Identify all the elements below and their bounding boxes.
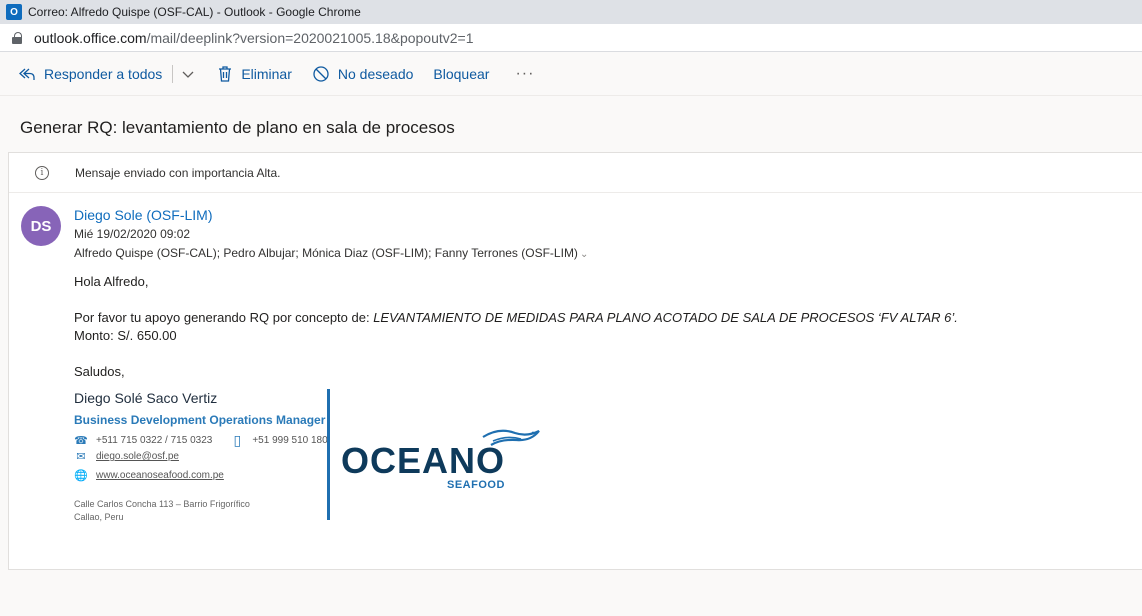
trash-icon — [219, 65, 232, 82]
phone-icon: ☎ — [74, 435, 88, 447]
block-button[interactable]: Bloquear — [433, 66, 489, 82]
reply-all-label: Responder a todos — [44, 65, 163, 82]
command-divider — [172, 64, 174, 83]
signature-mobile: +51 999 510 180 — [252, 435, 328, 446]
request-item: LEVANTAMIENTO DE MEDIDAS PARA PLANO ACOT… — [373, 310, 958, 325]
recipients-list: Alfredo Quispe (OSF-CAL); Pedro Albujar;… — [74, 246, 578, 260]
message-subject: Generar RQ: levantamiento de plano en sa… — [20, 118, 455, 137]
oceano-seafood-logo: OCEANO SEAFOOD — [341, 425, 541, 495]
message-date: Mié 19/02/2020 09:02 — [74, 227, 191, 241]
signature-name: Diego Solé Saco Vertiz — [74, 390, 218, 406]
block-circle-icon — [313, 65, 329, 82]
signature-email-line: ✉ diego.sole@osf.pe — [74, 450, 179, 463]
logo-subtitle: SEAFOOD — [447, 479, 505, 491]
outlook-app-icon: O — [6, 4, 22, 20]
sender-avatar[interactable]: DS — [21, 206, 61, 246]
lock-icon[interactable] — [12, 31, 22, 44]
envelope-icon: ✉ — [76, 451, 86, 463]
block-label: Bloquear — [433, 65, 490, 82]
request-text: Por favor tu apoyo generando RQ por conc… — [74, 310, 374, 325]
reply-all-icon — [19, 68, 35, 80]
sender-name[interactable]: Diego Sole (OSF-LIM) — [74, 207, 212, 223]
mobile-phone-icon: ▯ — [233, 432, 242, 448]
message-card: i Mensaje enviado con importancia Alta. … — [8, 152, 1142, 570]
message-body: Hola Alfredo, Por favor tu apoyo generan… — [74, 273, 958, 381]
greeting: Hola Alfredo, — [74, 274, 149, 289]
url-path: /mail/deeplink?version=2020021005.18&pop… — [146, 29, 474, 46]
signature-phones: ☎ +511 715 0322 / 715 0323 ▯ +51 999 510… — [74, 432, 328, 449]
recipients-line[interactable]: Alfredo Quispe (OSF-CAL); Pedro Albujar;… — [74, 246, 588, 260]
amount: Monto: S/. 650.00 — [74, 328, 177, 343]
signature-email-link[interactable]: diego.sole@osf.pe — [96, 451, 179, 462]
signature-title: Business Development Operations Manager — [74, 413, 326, 427]
delete-button[interactable]: Eliminar — [217, 65, 292, 83]
command-bar: Responder a todos Eliminar No deseado Bl… — [0, 52, 1142, 96]
url-host: outlook.office.com — [34, 29, 147, 46]
signature-website-link[interactable]: www.oceanoseafood.com.pe — [96, 470, 224, 481]
junk-button[interactable]: No deseado — [312, 65, 414, 83]
signature-phone-numbers: +511 715 0322 / 715 0323 — [96, 435, 213, 446]
logo-wordmark: OCEANO — [341, 440, 506, 481]
chevron-down-icon[interactable]: ⌄ — [580, 249, 588, 260]
chevron-down-icon — [182, 71, 194, 78]
importance-note: Mensaje enviado con importancia Alta. — [75, 165, 281, 180]
reply-options-dropdown[interactable] — [181, 69, 203, 79]
info-icon: i — [35, 165, 49, 180]
signature-address-line2: Callao, Peru — [74, 512, 124, 522]
globe-icon: 🌐 — [74, 470, 88, 482]
signature-address-line1: Calle Carlos Concha 113 – Barrio Frigorí… — [74, 499, 250, 509]
delete-label: Eliminar — [241, 65, 292, 82]
importance-banner: i Mensaje enviado con importancia Alta. — [9, 153, 1142, 193]
junk-label: No deseado — [337, 65, 414, 82]
closing: Saludos, — [74, 364, 125, 379]
address-bar[interactable]: outlook.office.com/mail/deeplink?version… — [0, 24, 1142, 52]
more-actions-button[interactable]: ··· — [515, 65, 534, 83]
window-title: Correo: Alfredo Quispe (OSF-CAL) - Outlo… — [28, 5, 361, 19]
signature-divider — [327, 389, 330, 520]
window-titlebar: O Correo: Alfredo Quispe (OSF-CAL) - Out… — [0, 0, 1142, 24]
reply-all-button[interactable]: Responder a todos — [18, 66, 162, 82]
request-paragraph: Por favor tu apoyo generando RQ por conc… — [74, 309, 958, 327]
more-icon: ··· — [515, 64, 535, 82]
signature-website-line: 🌐 www.oceanoseafood.com.pe — [74, 469, 224, 482]
